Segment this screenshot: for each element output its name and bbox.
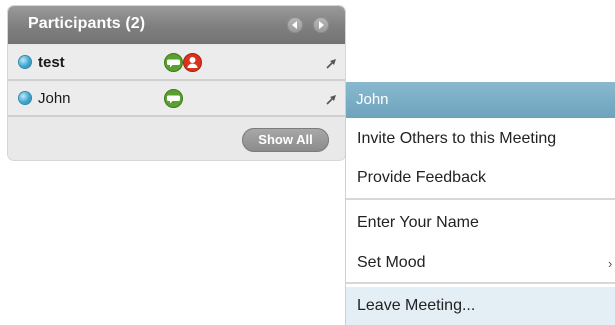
pin-icon[interactable] [326, 58, 337, 69]
next-page-button[interactable] [313, 17, 329, 33]
participants-panel: Participants (2) test John Show All [8, 6, 345, 160]
menu-item-label: Provide Feedback [357, 169, 486, 186]
row-divider [8, 115, 345, 117]
participants-panel-header: Participants (2) [8, 6, 345, 44]
chat-icon[interactable] [164, 53, 183, 72]
participant-name: John [38, 90, 71, 107]
chevron-left-icon [292, 21, 297, 29]
menu-divider [346, 282, 615, 284]
participant-name: test [38, 54, 65, 71]
menu-item-enter-your-name[interactable]: Enter Your Name [346, 204, 615, 242]
presence-online-icon [19, 92, 31, 104]
screen: Participants (2) test John Show All John… [0, 0, 615, 325]
participant-row-john[interactable]: John [8, 82, 345, 115]
menu-item-invite-others[interactable]: Invite Others to this Meeting [346, 120, 615, 158]
row-divider [8, 79, 345, 81]
menu-item-set-mood[interactable]: Set Mood › [346, 244, 615, 282]
participant-row-test[interactable]: test [8, 46, 345, 79]
menu-divider [346, 198, 615, 200]
menu-item-label: Invite Others to this Meeting [357, 130, 557, 147]
participant-context-menu: John Invite Others to this Meeting Provi… [346, 82, 615, 325]
menu-item-label: Set Mood [357, 254, 426, 271]
context-menu-header: John [346, 82, 615, 118]
menu-item-provide-feedback[interactable]: Provide Feedback [346, 159, 615, 197]
host-icon[interactable] [183, 53, 202, 72]
menu-item-label: Enter Your Name [357, 214, 479, 231]
show-all-button[interactable]: Show All [242, 128, 329, 152]
submenu-arrow-icon: › [608, 256, 613, 271]
chevron-right-icon [319, 21, 324, 29]
presence-online-icon [19, 56, 31, 68]
menu-item-leave-meeting[interactable]: Leave Meeting... [346, 287, 615, 325]
chat-icon[interactable] [164, 89, 183, 108]
panel-title: Participants (2) [28, 15, 146, 32]
menu-item-label: Leave Meeting... [357, 297, 476, 314]
pin-icon[interactable] [326, 94, 337, 105]
prev-page-button[interactable] [287, 17, 303, 33]
context-menu-title: John [356, 91, 389, 108]
